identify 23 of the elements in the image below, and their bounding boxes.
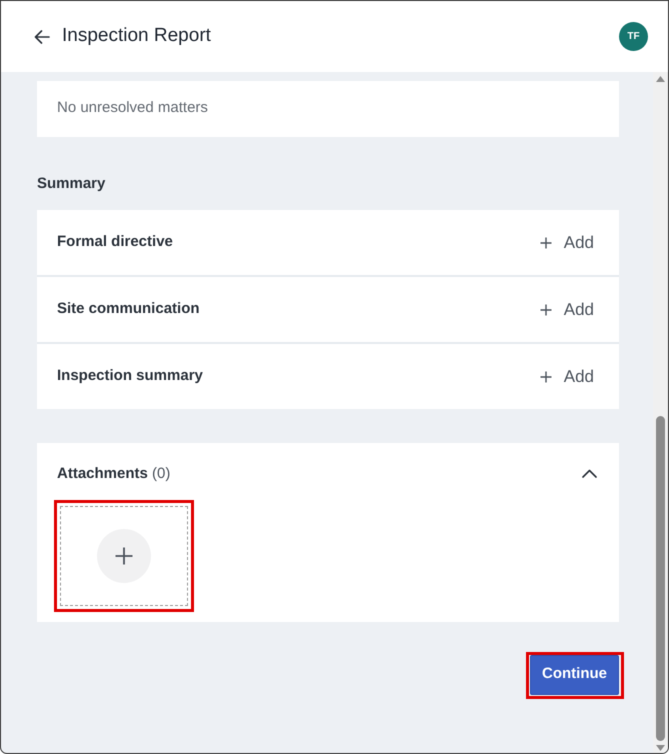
- add-attachment-tile[interactable]: [60, 506, 188, 606]
- summary-item-label: Inspection summary: [57, 366, 203, 386]
- scrollbar[interactable]: [653, 72, 668, 753]
- section-heading: Summary: [37, 175, 106, 193]
- add-button[interactable]: Add: [540, 230, 594, 256]
- summary-item-label: Formal directive: [57, 232, 173, 252]
- user-avatar[interactable]: TF: [619, 22, 648, 51]
- plus-icon: [540, 236, 552, 248]
- page-title: Inspection Report: [62, 24, 211, 48]
- back-arrow-icon[interactable]: [34, 30, 50, 44]
- add-button[interactable]: Add: [540, 296, 594, 322]
- scrollbar-thumb[interactable]: [656, 416, 665, 741]
- summary-item-label: Site communication: [57, 299, 200, 320]
- chevron-up-icon[interactable]: [582, 469, 597, 480]
- status-message: No unresolved matters: [37, 81, 619, 137]
- attachments-title: Attachments (0): [57, 464, 170, 484]
- scroll-down-icon[interactable]: [656, 745, 665, 751]
- add-button[interactable]: Add: [540, 364, 594, 390]
- plus-icon: [97, 528, 151, 582]
- plus-icon: [540, 370, 552, 382]
- scroll-up-icon[interactable]: [656, 76, 665, 82]
- continue-button[interactable]: Continue: [530, 654, 619, 694]
- plus-icon: [540, 304, 552, 316]
